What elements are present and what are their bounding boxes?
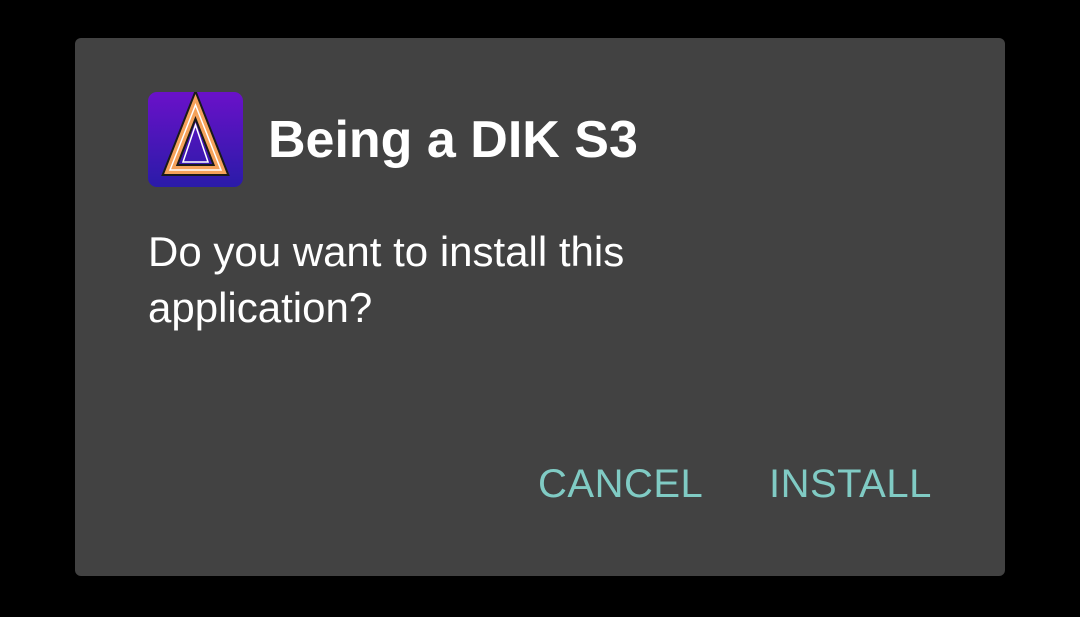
triangle-logo-icon [148,92,243,187]
app-name-title: Being a DIK S3 [268,111,638,169]
install-prompt-message: Do you want to install this application? [148,228,625,331]
cancel-button[interactable]: CANCEL [538,462,703,507]
install-dialog: Being a DIK S3 Do you want to install th… [75,38,1005,576]
screen-backdrop: Being a DIK S3 Do you want to install th… [0,0,1080,617]
install-button[interactable]: INSTALL [769,462,932,507]
